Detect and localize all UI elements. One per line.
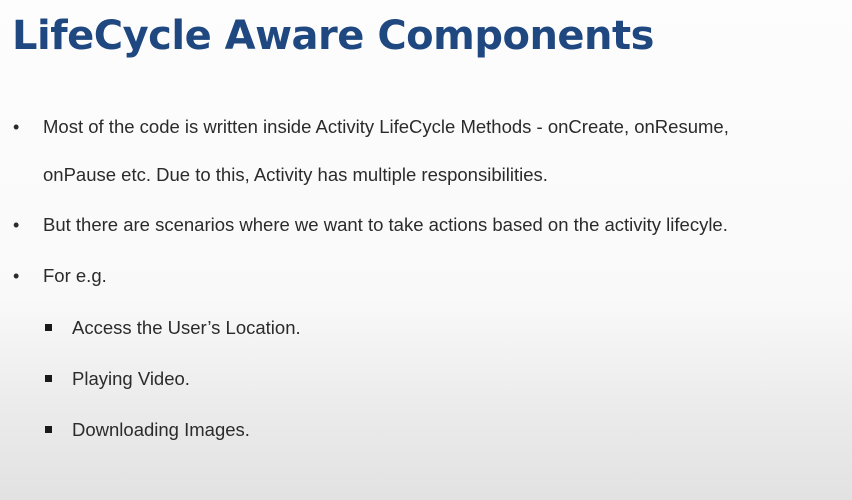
slide-content: • Most of the code is written inside Act…: [0, 0, 852, 500]
sub-bullet-1: Access the User’s Location.: [72, 317, 301, 338]
bullet-1-line-1: Most of the code is written inside Activ…: [43, 116, 729, 137]
bullet-2-line-1: But there are scenarios where we want to…: [43, 214, 728, 235]
bullet-dot-icon: •: [13, 117, 20, 137]
square-bullet-icon: [45, 324, 52, 331]
sub-bullet-3: Downloading Images.: [72, 419, 250, 440]
bullet-dot-icon: •: [13, 266, 20, 286]
bullet-dot-icon: •: [13, 215, 20, 235]
sub-bullet-2: Playing Video.: [72, 368, 190, 389]
bullet-3-line-1: For e.g.: [43, 265, 107, 286]
square-bullet-icon: [45, 426, 52, 433]
square-bullet-icon: [45, 375, 52, 382]
bullet-1-line-2: onPause etc. Due to this, Activity has m…: [43, 164, 548, 185]
